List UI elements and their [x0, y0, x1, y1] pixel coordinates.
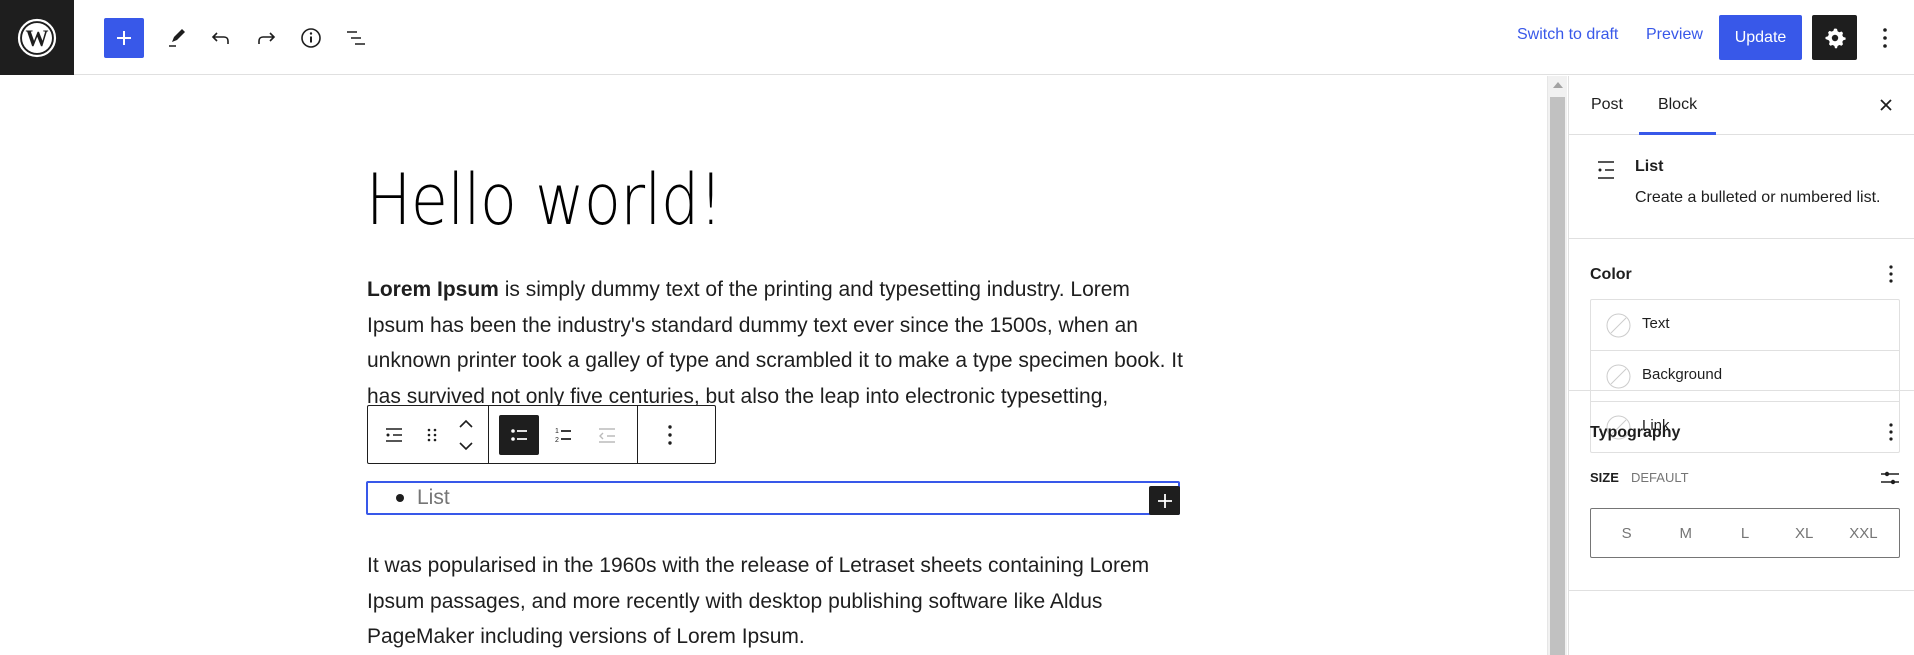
unordered-list-icon [511, 428, 527, 441]
drag-handle[interactable] [414, 415, 450, 455]
paragraph-block[interactable]: It was popularised in the 1960s with the… [367, 548, 1187, 655]
list-block[interactable]: List [366, 481, 1180, 515]
chevron-up-icon [459, 419, 473, 428]
unordered-list-button[interactable] [499, 414, 539, 455]
size-option-m[interactable]: M [1656, 509, 1715, 557]
list-placeholder[interactable]: List [417, 486, 450, 510]
details-button[interactable] [291, 18, 331, 58]
tab-block[interactable]: Block [1639, 76, 1716, 135]
more-vertical-icon [1889, 423, 1893, 441]
undo-icon [211, 32, 229, 44]
block-inserter-button[interactable] [104, 18, 144, 58]
undo-button[interactable] [201, 18, 241, 58]
empty-swatch-icon [1606, 313, 1631, 338]
list-view-icon [347, 31, 365, 45]
close-icon [1880, 99, 1892, 111]
color-panel: Color Text Background Link [1569, 239, 1914, 453]
block-toolbar: 12 [367, 405, 716, 464]
redo-icon [258, 32, 276, 44]
move-up-button[interactable] [450, 413, 482, 435]
size-option-s[interactable]: S [1597, 509, 1656, 557]
scroll-up-arrow[interactable] [1548, 76, 1567, 94]
editor-canvas: Hello world! Lorem Ipsum is simply dummy… [0, 76, 1547, 655]
size-option-xxl[interactable]: XXL [1834, 509, 1893, 557]
settings-sliders-icon [1881, 471, 1899, 485]
gear-icon [1825, 28, 1846, 48]
size-option-xl[interactable]: XL [1775, 509, 1834, 557]
block-type-button[interactable] [374, 415, 414, 455]
pencil-icon [169, 29, 185, 47]
font-size-toggle-group: S M L XL XXL [1590, 508, 1900, 558]
typography-panel: Typography SIZE DEFAULT S M L XL XXL [1569, 391, 1914, 591]
list-block-icon [1598, 161, 1614, 179]
svg-text:1: 1 [555, 428, 559, 435]
wordpress-logo[interactable]: W [0, 0, 74, 75]
move-down-button[interactable] [450, 435, 482, 457]
tools-button[interactable] [156, 18, 196, 58]
outdent-icon [599, 427, 615, 443]
ordered-list-button[interactable]: 12 [543, 415, 583, 455]
drag-handle-icon [427, 428, 437, 441]
redo-button[interactable] [246, 18, 286, 58]
editor-scrollbar[interactable] [1547, 76, 1567, 655]
outdent-button[interactable] [587, 415, 627, 455]
toolbar-group-list: 12 [488, 406, 637, 463]
color-item-label: Background [1642, 366, 1723, 383]
more-options-icon [668, 424, 672, 445]
wordpress-icon: W [17, 18, 57, 57]
empty-swatch-icon [1606, 364, 1631, 389]
more-vertical-icon [1883, 28, 1887, 48]
svg-text:2: 2 [555, 437, 559, 444]
options-button[interactable] [1870, 18, 1900, 58]
scroll-thumb[interactable] [1550, 97, 1565, 655]
mover [450, 413, 482, 457]
settings-sidebar: Post Block List Create a bulleted or num… [1568, 76, 1914, 655]
post-title[interactable]: Hello world! [366, 158, 723, 242]
preview-button[interactable]: Preview [1646, 26, 1703, 44]
close-sidebar-button[interactable] [1871, 90, 1901, 120]
list-view-button[interactable] [336, 18, 376, 58]
list-block-icon [386, 427, 402, 442]
color-item-label: Text [1642, 315, 1670, 332]
size-label: SIZE [1590, 470, 1619, 485]
toolbar-group-options [637, 406, 702, 463]
switch-to-draft-button[interactable]: Switch to draft [1517, 26, 1618, 44]
color-panel-title: Color [1590, 266, 1632, 283]
ordered-list-icon: 12 [555, 428, 571, 444]
block-card-title: List [1635, 158, 1664, 175]
triangle-up-icon [1552, 82, 1563, 88]
more-options-button[interactable] [650, 415, 690, 455]
custom-size-button[interactable] [1875, 463, 1905, 493]
typography-options-button[interactable] [1879, 420, 1903, 444]
color-item-text[interactable]: Text [1591, 300, 1899, 351]
block-card: List Create a bulleted or numbered list. [1569, 135, 1914, 239]
plus-icon [1157, 493, 1172, 508]
size-option-l[interactable]: L [1715, 509, 1774, 557]
block-card-description: Create a bulleted or numbered list. [1635, 189, 1881, 206]
list-bullet [396, 494, 404, 502]
color-options-button[interactable] [1879, 262, 1903, 286]
editor-header: W Switch to draft Preview Update [0, 0, 1914, 75]
tab-post[interactable]: Post [1588, 76, 1626, 134]
typography-panel-title: Typography [1590, 424, 1681, 441]
settings-button[interactable] [1812, 15, 1857, 60]
block-appender-button[interactable] [1149, 486, 1180, 515]
sidebar-tabs: Post Block [1569, 76, 1914, 135]
chevron-down-icon [459, 441, 473, 450]
bold-text: Lorem Ipsum [367, 278, 499, 301]
svg-text:W: W [26, 26, 49, 51]
plus-icon [117, 31, 131, 45]
more-vertical-icon [1889, 265, 1893, 283]
toolbar-group-block [368, 406, 488, 463]
size-value: DEFAULT [1631, 470, 1689, 485]
update-button[interactable]: Update [1719, 15, 1802, 60]
info-icon [301, 28, 321, 48]
